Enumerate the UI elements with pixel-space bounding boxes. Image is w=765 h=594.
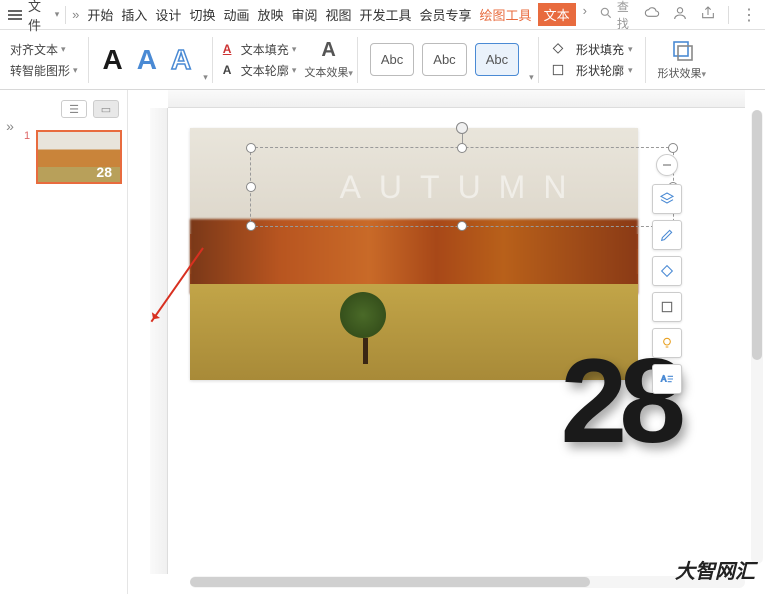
shape-fill-button[interactable]: 形状填充▾ (551, 41, 633, 58)
shape-effects-button[interactable]: 形状效果▾ (650, 38, 715, 81)
panel-expand-icon[interactable]: » (0, 90, 20, 594)
separator (357, 37, 358, 83)
text-fill-button[interactable]: A 文本填充▾ (223, 41, 297, 58)
rotate-handle[interactable] (456, 122, 468, 134)
overflow-left-icon[interactable]: » (72, 7, 79, 22)
tab-view[interactable]: 视图 (324, 3, 354, 26)
tab-drawing-tools[interactable]: 绘图工具 (478, 3, 534, 26)
shape-style-1[interactable]: Abc (370, 43, 414, 76)
scroll-thumb[interactable] (752, 110, 762, 360)
resize-handle-bm[interactable] (457, 221, 467, 231)
floating-toolbar: A (652, 154, 682, 394)
shape-outline-button[interactable]: 形状轮廓▾ (551, 62, 633, 79)
thumbnail-view-button[interactable]: ▭ (93, 100, 119, 118)
tab-text-tools[interactable]: 文本 (538, 3, 576, 26)
scroll-thumb[interactable] (190, 577, 590, 587)
tab-start[interactable]: 开始 (85, 3, 115, 26)
tab-devtools[interactable]: 开发工具 (358, 3, 414, 26)
separator (88, 37, 89, 83)
resize-handle-tm[interactable] (457, 143, 467, 153)
edit-tool-icon[interactable] (652, 220, 682, 250)
tab-strip: 开始 插入 设计 切换 动画 放映 审阅 视图 开发工具 会员专享 绘图工具 文… (85, 3, 587, 26)
thumbnail-panel: ☰ ▭ 1 28 (20, 90, 128, 594)
textbox-content[interactable]: AUTUMN (251, 148, 673, 226)
search-box[interactable]: 查找 (599, 0, 638, 32)
shape-styles-more-icon[interactable]: ▾ (529, 72, 534, 83)
text-format-tool-icon[interactable]: A (652, 364, 682, 394)
resize-handle-bl[interactable] (246, 221, 256, 231)
text-effects-button[interactable]: A 文本效果▾ (304, 39, 353, 80)
resize-handle-ml[interactable] (246, 182, 256, 192)
wordart-style-1[interactable]: A (103, 44, 123, 76)
slide-thumbnail-1[interactable]: 1 28 (20, 128, 127, 186)
resize-handle-tr[interactable] (668, 143, 678, 153)
separator (538, 37, 539, 83)
slide-trees (190, 219, 638, 295)
thumbnail-number: 1 (24, 130, 32, 184)
share-icon[interactable] (700, 5, 716, 24)
separator (212, 37, 213, 83)
divider (728, 6, 729, 24)
scrollbar-vertical[interactable] (751, 110, 763, 564)
more-icon[interactable]: ⋮ (741, 5, 757, 25)
divider (65, 6, 66, 24)
file-menu[interactable]: 文件▾ (28, 0, 59, 34)
selected-textbox[interactable]: AUTUMN (250, 147, 674, 227)
text-outline-button[interactable]: A 文本轮廓▾ (223, 62, 297, 79)
shape-style-2[interactable]: Abc (422, 43, 466, 76)
tab-vip[interactable]: 会员专享 (418, 3, 474, 26)
canvas[interactable]: 28 AUTUMN (128, 90, 765, 594)
svg-text:A: A (661, 375, 667, 384)
tab-review[interactable]: 审阅 (289, 3, 319, 26)
collapse-tool-icon[interactable] (656, 154, 678, 176)
tab-design[interactable]: 设计 (153, 3, 183, 26)
smart-art-button[interactable]: 转智能图形▾ (10, 62, 78, 79)
layers-tool-icon[interactable] (652, 184, 682, 214)
tab-animation[interactable]: 动画 (221, 3, 251, 26)
ruler-vertical (150, 108, 168, 574)
cloud-icon[interactable] (644, 5, 660, 24)
user-icon[interactable] (672, 5, 688, 24)
slide[interactable]: 28 AUTUMN (190, 128, 638, 380)
outline-view-button[interactable]: ☰ (61, 100, 87, 118)
search-placeholder: 查找 (617, 0, 638, 32)
watermark: 大智网汇 (675, 555, 755, 584)
wordart-style-3[interactable]: A (171, 44, 191, 76)
ruler-horizontal (168, 90, 745, 108)
hamburger-icon[interactable] (8, 10, 22, 20)
tabs-overflow-icon[interactable]: › (580, 3, 587, 26)
ribbon: 对齐文本▾ 转智能图形▾ A A A ▾ A 文本填充▾ A 文本轮廓▾ A 文… (0, 30, 765, 90)
fill-tool-icon[interactable] (652, 256, 682, 286)
separator (645, 37, 646, 83)
thumbnail-caption: 28 (96, 164, 112, 180)
outline-tool-icon[interactable] (652, 292, 682, 322)
idea-tool-icon[interactable] (652, 328, 682, 358)
slide-tree (340, 292, 390, 362)
search-icon (599, 6, 613, 23)
align-text-button[interactable]: 对齐文本▾ (10, 41, 78, 58)
tab-transition[interactable]: 切换 (187, 3, 217, 26)
wordart-more-icon[interactable]: ▾ (203, 72, 208, 83)
tab-slideshow[interactable]: 放映 (255, 3, 285, 26)
scrollbar-horizontal[interactable] (190, 576, 745, 588)
resize-handle-tl[interactable] (246, 143, 256, 153)
tab-insert[interactable]: 插入 (119, 3, 149, 26)
wordart-style-2[interactable]: A (137, 44, 157, 76)
shape-style-3[interactable]: Abc (475, 43, 519, 76)
